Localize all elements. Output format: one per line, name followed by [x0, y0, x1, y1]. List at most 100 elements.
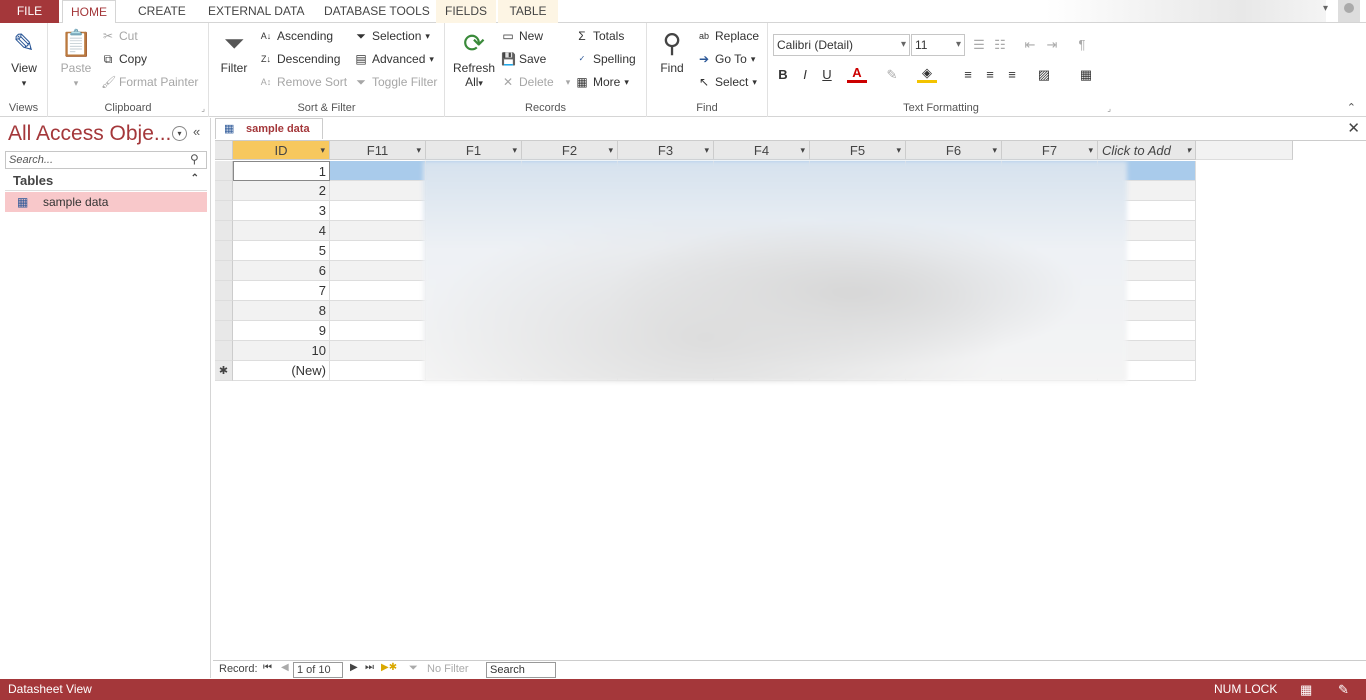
- refresh-all-button[interactable]: ⟳ Refresh All▾: [451, 27, 497, 89]
- table-cell[interactable]: [330, 221, 426, 241]
- alt-row-color-icon[interactable]: ▨: [1034, 65, 1054, 85]
- align-right-icon[interactable]: ≡: [1002, 65, 1022, 85]
- account-avatar[interactable]: [1338, 0, 1360, 22]
- row-selector[interactable]: ✱: [215, 361, 233, 381]
- row-selector[interactable]: [215, 261, 233, 281]
- numbering-icon[interactable]: ☷: [990, 35, 1010, 55]
- nav-pane-title[interactable]: All Access Obje...: [8, 122, 171, 146]
- column-header-f3[interactable]: F3 ▾: [618, 141, 714, 160]
- search-icon[interactable]: ⚲: [190, 152, 199, 166]
- nav-item-sample-data[interactable]: ▦ sample data: [5, 192, 207, 212]
- design-view-icon[interactable]: ✎: [1338, 679, 1349, 700]
- column-dropdown-icon[interactable]: ▾: [512, 141, 517, 160]
- replace-button[interactable]: ab Replace: [697, 29, 759, 43]
- text-formatting-launcher-icon[interactable]: ⌟: [1107, 104, 1111, 113]
- tab-create[interactable]: CREATE: [130, 0, 194, 23]
- shutter-bar-icon[interactable]: «: [193, 124, 200, 139]
- column-dropdown-icon[interactable]: ▾: [320, 141, 325, 160]
- tab-database-tools[interactable]: DATABASE TOOLS: [316, 0, 438, 23]
- column-header-f5[interactable]: F5 ▾: [810, 141, 906, 160]
- table-cell[interactable]: [330, 361, 426, 381]
- document-tab-sample-data[interactable]: ▦ sample data: [215, 118, 323, 139]
- column-header-f11[interactable]: F11 ▾: [330, 141, 426, 160]
- id-cell[interactable]: 7: [233, 281, 330, 301]
- font-color-icon[interactable]: A: [847, 65, 867, 83]
- font-size-select[interactable]: 11: [911, 34, 965, 56]
- new-record-cell[interactable]: (New): [233, 361, 330, 381]
- save-record-button[interactable]: 💾 Save: [501, 52, 546, 66]
- id-cell[interactable]: 3: [233, 201, 330, 221]
- column-header-f1[interactable]: F1 ▾: [426, 141, 522, 160]
- tab-home[interactable]: HOME: [62, 0, 116, 24]
- row-selector[interactable]: [215, 321, 233, 341]
- spelling-button[interactable]: ✓ Spelling: [575, 52, 636, 66]
- table-cell[interactable]: [330, 241, 426, 261]
- record-search-input[interactable]: Search: [486, 662, 556, 678]
- gridlines-icon[interactable]: ▦: [1076, 65, 1096, 85]
- column-dropdown-icon[interactable]: ▾: [1186, 141, 1191, 160]
- toggle-filter-button[interactable]: ⏷ Toggle Filter: [354, 75, 437, 89]
- id-cell[interactable]: 2: [233, 181, 330, 201]
- delete-record-button[interactable]: ✕ Delete ▾: [501, 75, 570, 89]
- tab-external-data[interactable]: EXTERNAL DATA: [200, 0, 312, 23]
- table-cell[interactable]: [330, 201, 426, 221]
- table-cell[interactable]: [330, 181, 426, 201]
- ascending-button[interactable]: A↓ Ascending: [259, 29, 333, 43]
- id-cell[interactable]: 4: [233, 221, 330, 241]
- row-selector[interactable]: [215, 241, 233, 261]
- italic-button[interactable]: I: [795, 65, 815, 85]
- underline-button[interactable]: U: [817, 65, 837, 85]
- align-left-icon[interactable]: ≡: [958, 65, 978, 85]
- column-header-click-to-add[interactable]: Click to Add ▾: [1098, 141, 1196, 160]
- column-header-f7[interactable]: F7 ▾: [1002, 141, 1098, 160]
- paragraph-direction-icon[interactable]: ¶: [1072, 35, 1092, 55]
- row-selector[interactable]: [215, 181, 233, 201]
- last-record-icon[interactable]: ⏭: [365, 662, 374, 673]
- nav-search-input[interactable]: Search...: [5, 151, 207, 169]
- column-dropdown-icon[interactable]: ▾: [800, 141, 805, 160]
- collapse-ribbon-icon[interactable]: ⌃: [1347, 101, 1356, 114]
- descending-button[interactable]: Z↓ Descending: [259, 52, 340, 66]
- row-selector[interactable]: [215, 281, 233, 301]
- highlight-icon[interactable]: ✎: [882, 65, 902, 85]
- align-center-icon[interactable]: ≡: [980, 65, 1000, 85]
- advanced-button[interactable]: ▤ Advanced ▾: [354, 52, 434, 66]
- current-record-field[interactable]: 1 of 10: [293, 662, 343, 678]
- totals-button[interactable]: Σ Totals: [575, 29, 624, 43]
- copy-button[interactable]: ⧉ Copy: [101, 52, 147, 66]
- id-cell[interactable]: 9: [233, 321, 330, 341]
- tab-fields[interactable]: FIELDS: [436, 0, 496, 23]
- table-cell[interactable]: [330, 301, 426, 321]
- row-selector[interactable]: [215, 221, 233, 241]
- column-dropdown-icon[interactable]: ▾: [416, 141, 421, 160]
- decrease-indent-icon[interactable]: ⇤: [1020, 35, 1040, 55]
- format-painter-button[interactable]: 🖌 Format Painter: [101, 75, 198, 89]
- row-selector[interactable]: [215, 301, 233, 321]
- find-button[interactable]: ⚲ Find: [653, 27, 691, 75]
- selection-button[interactable]: ⏷ Selection ▾: [354, 29, 430, 43]
- column-dropdown-icon[interactable]: ▾: [608, 141, 613, 160]
- row-selector[interactable]: [215, 341, 233, 361]
- remove-sort-button[interactable]: A↕ Remove Sort: [259, 75, 347, 89]
- datasheet-view-icon[interactable]: ▦: [1300, 679, 1312, 700]
- column-header-f6[interactable]: F6 ▾: [906, 141, 1002, 160]
- fill-color-icon[interactable]: ◈: [917, 65, 937, 83]
- more-button[interactable]: ▦ More ▾: [575, 75, 629, 89]
- tab-table[interactable]: TABLE: [498, 0, 558, 23]
- table-cell[interactable]: [330, 261, 426, 281]
- nav-menu-dropdown-icon[interactable]: ▾: [172, 126, 187, 141]
- table-cell[interactable]: [330, 281, 426, 301]
- id-cell[interactable]: 1: [233, 161, 330, 181]
- goto-button[interactable]: ➔ Go To ▾: [697, 52, 755, 66]
- column-dropdown-icon[interactable]: ▾: [896, 141, 901, 160]
- first-record-icon[interactable]: ⏮: [263, 662, 272, 673]
- no-filter-label[interactable]: No Filter: [427, 663, 469, 675]
- next-record-icon[interactable]: ▶: [350, 662, 358, 673]
- row-selector[interactable]: [215, 161, 233, 181]
- cut-button[interactable]: ✂ Cut: [101, 29, 138, 43]
- filter-button[interactable]: ⏷ Filter: [213, 27, 255, 75]
- nav-group-tables[interactable]: Tables ⌃: [5, 173, 207, 191]
- column-dropdown-icon[interactable]: ▾: [1088, 141, 1093, 160]
- select-all-corner[interactable]: [215, 141, 233, 160]
- bullets-icon[interactable]: ☰: [969, 35, 989, 55]
